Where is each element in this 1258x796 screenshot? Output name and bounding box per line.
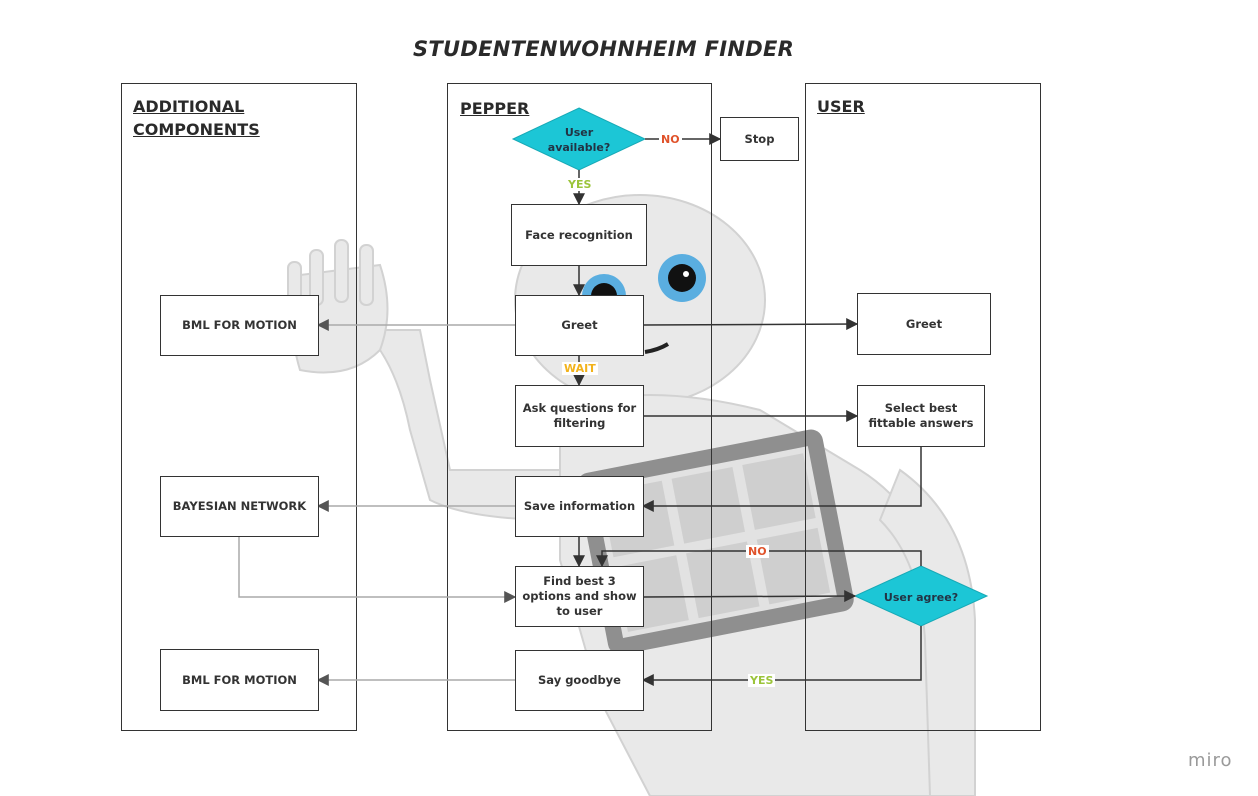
node-find-best-options: Find best 3 options and show to user xyxy=(515,566,644,627)
edge-select-to-save xyxy=(641,446,922,512)
node-say-goodbye: Say goodbye xyxy=(515,650,644,711)
edge-bayesian-to-find xyxy=(238,537,517,603)
node-ask-questions: Ask questions for filtering xyxy=(515,385,644,447)
edge-label-yes-agree: YES xyxy=(748,674,776,687)
node-face-recognition: Face recognition xyxy=(511,204,647,266)
node-greet-pepper: Greet xyxy=(515,295,644,356)
miro-watermark: miro xyxy=(1188,750,1233,771)
edge-label-no-agree: NO xyxy=(746,545,769,558)
node-save-information: Save information xyxy=(515,476,644,537)
edge-label-wait: WAIT xyxy=(562,362,598,375)
edge-greet-to-user-greet xyxy=(642,318,859,331)
node-greet-user: Greet xyxy=(857,293,991,355)
node-bayesian-network: BAYESIAN NETWORK xyxy=(160,476,319,537)
decision-user-available-label: User available? xyxy=(547,126,611,154)
edge-find-to-agree xyxy=(642,590,857,603)
node-bml-motion-2: BML FOR MOTION xyxy=(160,649,319,711)
decision-user-agree-label: User agree? xyxy=(883,590,959,604)
edge-label-no-top: NO xyxy=(659,133,682,146)
edge-label-yes-top: YES xyxy=(566,178,594,191)
edge-agree-yes-to-goodbye xyxy=(641,626,922,686)
node-bml-motion-1: BML FOR MOTION xyxy=(160,295,319,356)
node-stop: Stop xyxy=(720,117,799,161)
node-select-answers: Select best fittable answers xyxy=(857,385,985,447)
